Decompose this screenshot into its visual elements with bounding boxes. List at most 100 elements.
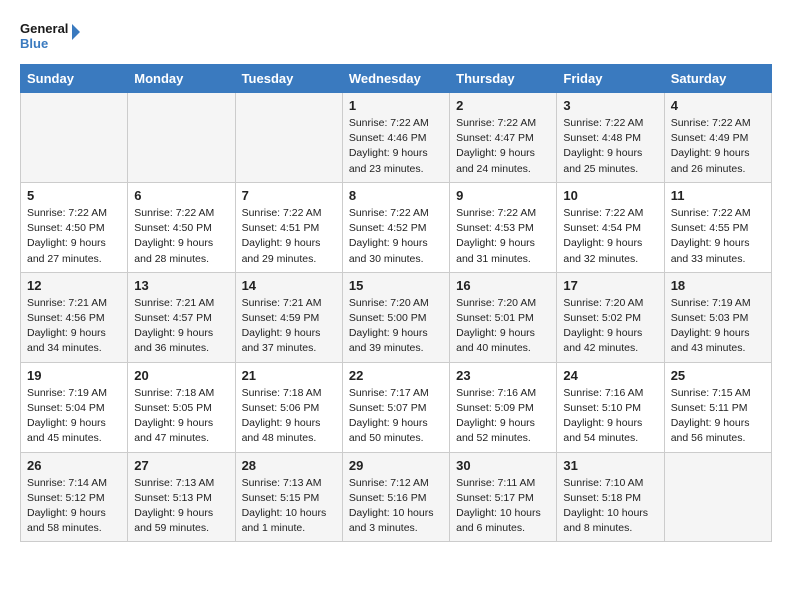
column-header-monday: Monday [128,65,235,93]
day-info: Sunrise: 7:22 AM Sunset: 4:53 PM Dayligh… [456,206,550,267]
calendar-cell: 27 Sunrise: 7:13 AM Sunset: 5:13 PM Dayli… [128,452,235,542]
day-number: 30 [456,458,550,473]
day-info: Sunrise: 7:16 AM Sunset: 5:09 PM Dayligh… [456,386,550,447]
column-header-saturday: Saturday [664,65,771,93]
day-info: Sunrise: 7:22 AM Sunset: 4:48 PM Dayligh… [563,116,657,177]
day-number: 13 [134,278,228,293]
day-info: Sunrise: 7:22 AM Sunset: 4:52 PM Dayligh… [349,206,443,267]
calendar-cell: 2Sunrise: 7:22 AM Sunset: 4:47 PM Daylig… [450,93,557,183]
day-info: Sunrise: 7:22 AM Sunset: 4:51 PM Dayligh… [242,206,336,267]
calendar-cell: 1 Sunrise: 7:22 AM Sunset: 4:46 PM Daylig… [342,93,449,183]
calendar-cell: 13 Sunrise: 7:21 AM Sunset: 4:57 PM Dayli… [128,272,235,362]
calendar-week-row: 26 Sunrise: 7:14 AM Sunset: 5:12 PM Dayli… [21,452,772,542]
day-number: 9 [456,188,550,203]
day-number: 31 [563,458,657,473]
calendar-cell: 31 Sunrise: 7:10 AM Sunset: 5:18 PM Dayli… [557,452,664,542]
calendar-cell: 25Sunrise: 7:15 AM Sunset: 5:11 PM Dayli… [664,362,771,452]
day-info: Sunrise: 7:15 AM Sunset: 5:11 PM Dayligh… [671,386,765,447]
column-header-friday: Friday [557,65,664,93]
day-info: Sunrise: 7:13 AM Sunset: 5:13 PM Dayligh… [134,476,228,537]
day-number: 10 [563,188,657,203]
calendar-cell: 23 Sunrise: 7:16 AM Sunset: 5:09 PM Dayli… [450,362,557,452]
calendar-cell [664,452,771,542]
day-number: 28 [242,458,336,473]
calendar-cell: 9 Sunrise: 7:22 AM Sunset: 4:53 PM Daylig… [450,182,557,272]
day-info: Sunrise: 7:10 AM Sunset: 5:18 PM Dayligh… [563,476,657,537]
calendar-cell [235,93,342,183]
day-number: 18 [671,278,765,293]
day-info: Sunrise: 7:13 AM Sunset: 5:15 PM Dayligh… [242,476,336,537]
day-number: 15 [349,278,443,293]
day-info: Sunrise: 7:22 AM Sunset: 4:49 PM Dayligh… [671,116,765,177]
calendar-cell: 6Sunrise: 7:22 AM Sunset: 4:50 PM Daylig… [128,182,235,272]
calendar-cell: 22Sunrise: 7:17 AM Sunset: 5:07 PM Dayli… [342,362,449,452]
calendar-cell: 26 Sunrise: 7:14 AM Sunset: 5:12 PM Dayli… [21,452,128,542]
day-info: Sunrise: 7:11 AM Sunset: 5:17 PM Dayligh… [456,476,550,537]
calendar-cell [128,93,235,183]
day-number: 23 [456,368,550,383]
calendar-cell: 20 Sunrise: 7:18 AM Sunset: 5:05 PM Dayli… [128,362,235,452]
day-number: 5 [27,188,121,203]
calendar-cell: 5 Sunrise: 7:22 AM Sunset: 4:50 PM Daylig… [21,182,128,272]
day-number: 29 [349,458,443,473]
logo-svg: General Blue [20,16,80,54]
column-header-wednesday: Wednesday [342,65,449,93]
day-info: Sunrise: 7:22 AM Sunset: 4:54 PM Dayligh… [563,206,657,267]
day-info: Sunrise: 7:20 AM Sunset: 5:01 PM Dayligh… [456,296,550,357]
calendar-cell: 3Sunrise: 7:22 AM Sunset: 4:48 PM Daylig… [557,93,664,183]
day-number: 4 [671,98,765,113]
day-info: Sunrise: 7:19 AM Sunset: 5:03 PM Dayligh… [671,296,765,357]
day-info: Sunrise: 7:21 AM Sunset: 4:57 PM Dayligh… [134,296,228,357]
day-number: 27 [134,458,228,473]
column-header-thursday: Thursday [450,65,557,93]
day-number: 24 [563,368,657,383]
calendar-table: SundayMondayTuesdayWednesdayThursdayFrid… [20,64,772,542]
calendar-week-row: 12 Sunrise: 7:21 AM Sunset: 4:56 PM Dayli… [21,272,772,362]
day-number: 20 [134,368,228,383]
day-info: Sunrise: 7:17 AM Sunset: 5:07 PM Dayligh… [349,386,443,447]
svg-text:Blue: Blue [20,36,48,51]
day-number: 7 [242,188,336,203]
calendar-cell: 17Sunrise: 7:20 AM Sunset: 5:02 PM Dayli… [557,272,664,362]
day-number: 14 [242,278,336,293]
calendar-cell: 15 Sunrise: 7:20 AM Sunset: 5:00 PM Dayli… [342,272,449,362]
day-info: Sunrise: 7:20 AM Sunset: 5:00 PM Dayligh… [349,296,443,357]
day-info: Sunrise: 7:20 AM Sunset: 5:02 PM Dayligh… [563,296,657,357]
calendar-cell: 4 Sunrise: 7:22 AM Sunset: 4:49 PM Daylig… [664,93,771,183]
calendar-cell: 29 Sunrise: 7:12 AM Sunset: 5:16 PM Dayli… [342,452,449,542]
calendar-cell: 18 Sunrise: 7:19 AM Sunset: 5:03 PM Dayli… [664,272,771,362]
logo: General Blue [20,16,80,54]
column-header-sunday: Sunday [21,65,128,93]
calendar-cell: 7 Sunrise: 7:22 AM Sunset: 4:51 PM Daylig… [235,182,342,272]
calendar-cell: 14 Sunrise: 7:21 AM Sunset: 4:59 PM Dayli… [235,272,342,362]
calendar-cell: 16 Sunrise: 7:20 AM Sunset: 5:01 PM Dayli… [450,272,557,362]
day-number: 21 [242,368,336,383]
calendar-cell: 24 Sunrise: 7:16 AM Sunset: 5:10 PM Dayli… [557,362,664,452]
calendar-header-row: SundayMondayTuesdayWednesdayThursdayFrid… [21,65,772,93]
day-info: Sunrise: 7:22 AM Sunset: 4:50 PM Dayligh… [27,206,121,267]
day-info: Sunrise: 7:22 AM Sunset: 4:55 PM Dayligh… [671,206,765,267]
calendar-cell: 19Sunrise: 7:19 AM Sunset: 5:04 PM Dayli… [21,362,128,452]
day-number: 1 [349,98,443,113]
calendar-cell: 21 Sunrise: 7:18 AM Sunset: 5:06 PM Dayli… [235,362,342,452]
calendar-cell: 30 Sunrise: 7:11 AM Sunset: 5:17 PM Dayli… [450,452,557,542]
day-info: Sunrise: 7:22 AM Sunset: 4:50 PM Dayligh… [134,206,228,267]
day-info: Sunrise: 7:12 AM Sunset: 5:16 PM Dayligh… [349,476,443,537]
calendar-cell: 28 Sunrise: 7:13 AM Sunset: 5:15 PM Dayli… [235,452,342,542]
calendar-cell: 11Sunrise: 7:22 AM Sunset: 4:55 PM Dayli… [664,182,771,272]
day-number: 16 [456,278,550,293]
day-info: Sunrise: 7:14 AM Sunset: 5:12 PM Dayligh… [27,476,121,537]
day-number: 26 [27,458,121,473]
day-info: Sunrise: 7:18 AM Sunset: 5:05 PM Dayligh… [134,386,228,447]
svg-text:General: General [20,21,68,36]
calendar-cell: 12 Sunrise: 7:21 AM Sunset: 4:56 PM Dayli… [21,272,128,362]
day-info: Sunrise: 7:18 AM Sunset: 5:06 PM Dayligh… [242,386,336,447]
day-info: Sunrise: 7:21 AM Sunset: 4:56 PM Dayligh… [27,296,121,357]
day-info: Sunrise: 7:16 AM Sunset: 5:10 PM Dayligh… [563,386,657,447]
calendar-week-row: 1 Sunrise: 7:22 AM Sunset: 4:46 PM Daylig… [21,93,772,183]
page-header: General Blue [20,16,772,54]
day-info: Sunrise: 7:21 AM Sunset: 4:59 PM Dayligh… [242,296,336,357]
day-info: Sunrise: 7:22 AM Sunset: 4:46 PM Dayligh… [349,116,443,177]
calendar-week-row: 5 Sunrise: 7:22 AM Sunset: 4:50 PM Daylig… [21,182,772,272]
day-number: 12 [27,278,121,293]
